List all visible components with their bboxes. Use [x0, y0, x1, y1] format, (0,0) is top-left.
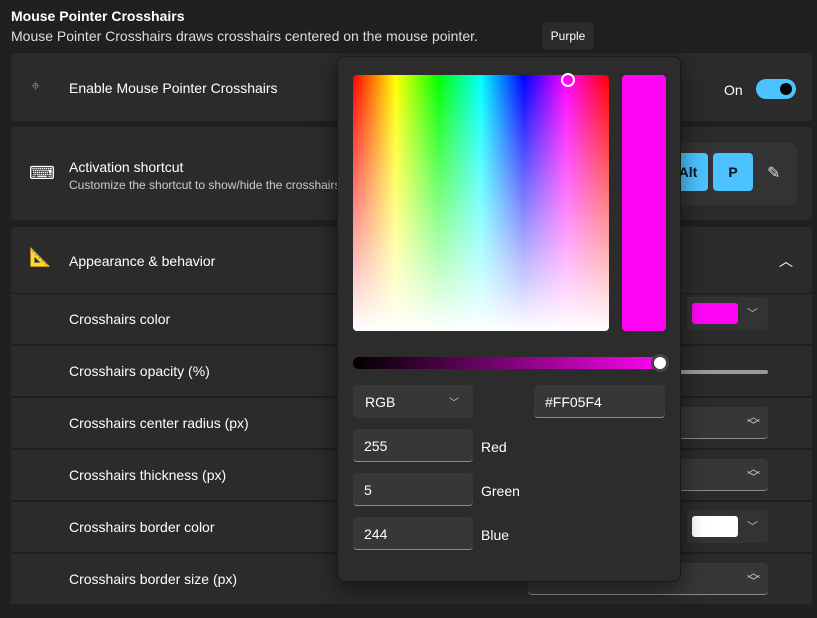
appearance-title: Appearance & behavior [69, 253, 216, 269]
green-input[interactable]: 5 [353, 473, 473, 506]
color-picker-flyout: RGB ﹀ #FF05F4 255 Red 5 Green 244 Blue [337, 56, 681, 582]
spectrum-selector[interactable] [561, 73, 575, 87]
key-p: P [713, 153, 753, 191]
blue-value: 244 [364, 526, 388, 542]
green-value: 5 [364, 482, 372, 498]
enable-label: Enable Mouse Pointer Crosshairs [69, 80, 278, 96]
color-preview [622, 75, 666, 331]
hex-input[interactable]: #FF05F4 [534, 385, 665, 418]
chevron-down-icon: ﹀ [449, 398, 459, 409]
color-swatch [692, 303, 738, 324]
setting-label: Crosshairs thickness (px) [69, 467, 227, 483]
chevron-up-icon[interactable]: ︿ [779, 251, 793, 271]
setting-label: Crosshairs border color [69, 519, 215, 535]
blue-input[interactable]: 244 [353, 517, 473, 550]
opacity-slider[interactable] [671, 370, 768, 374]
enable-toggle[interactable] [756, 79, 796, 99]
spin-icon[interactable]: ︿ ﹀ [747, 410, 760, 432]
spin-icon[interactable]: ︿ ﹀ [747, 566, 760, 588]
hex-value: #FF05F4 [545, 394, 602, 410]
keyboard-icon: ⌨ [29, 163, 55, 183]
page-description: Mouse Pointer Crosshairs draws crosshair… [11, 28, 478, 44]
red-value: 255 [364, 438, 388, 454]
alpha-slider-thumb[interactable] [651, 354, 669, 372]
color-mode-value: RGB [365, 394, 396, 410]
toggle-state-label: On [724, 82, 743, 98]
spin-icon[interactable]: ︿ ﹀ [747, 462, 760, 484]
setting-label: Crosshairs center radius (px) [69, 415, 249, 431]
setting-label: Crosshairs opacity (%) [69, 363, 210, 379]
crosshair-icon: ⌖ [31, 78, 41, 95]
green-label: Green [481, 483, 520, 499]
blue-label: Blue [481, 527, 510, 543]
shortcut-description: Customize the shortcut to show/hide the … [69, 178, 341, 192]
edit-shortcut-pencil-icon[interactable]: ✎ [767, 163, 780, 183]
color-swatch [692, 516, 738, 537]
shortcut-title: Activation shortcut [69, 159, 184, 175]
page-title: Mouse Pointer Crosshairs [11, 8, 185, 24]
color-mode-dropdown[interactable]: RGB ﹀ [353, 385, 473, 418]
setting-label: Crosshairs border size (px) [69, 571, 238, 587]
chevron-down-icon: ﹀ [747, 521, 758, 533]
color-dropdown[interactable]: ﹀ [687, 297, 768, 330]
border-color-dropdown[interactable]: ﹀ [687, 510, 768, 543]
red-input[interactable]: 255 [353, 429, 473, 462]
color-spectrum[interactable] [353, 73, 609, 331]
setting-label: Crosshairs color [69, 311, 171, 327]
alpha-slider[interactable] [353, 354, 669, 372]
chevron-down-icon: ﹀ [747, 308, 758, 320]
red-label: Red [481, 439, 507, 455]
ruler-icon: 📐 [29, 247, 52, 267]
tooltip: Purple [541, 21, 595, 51]
